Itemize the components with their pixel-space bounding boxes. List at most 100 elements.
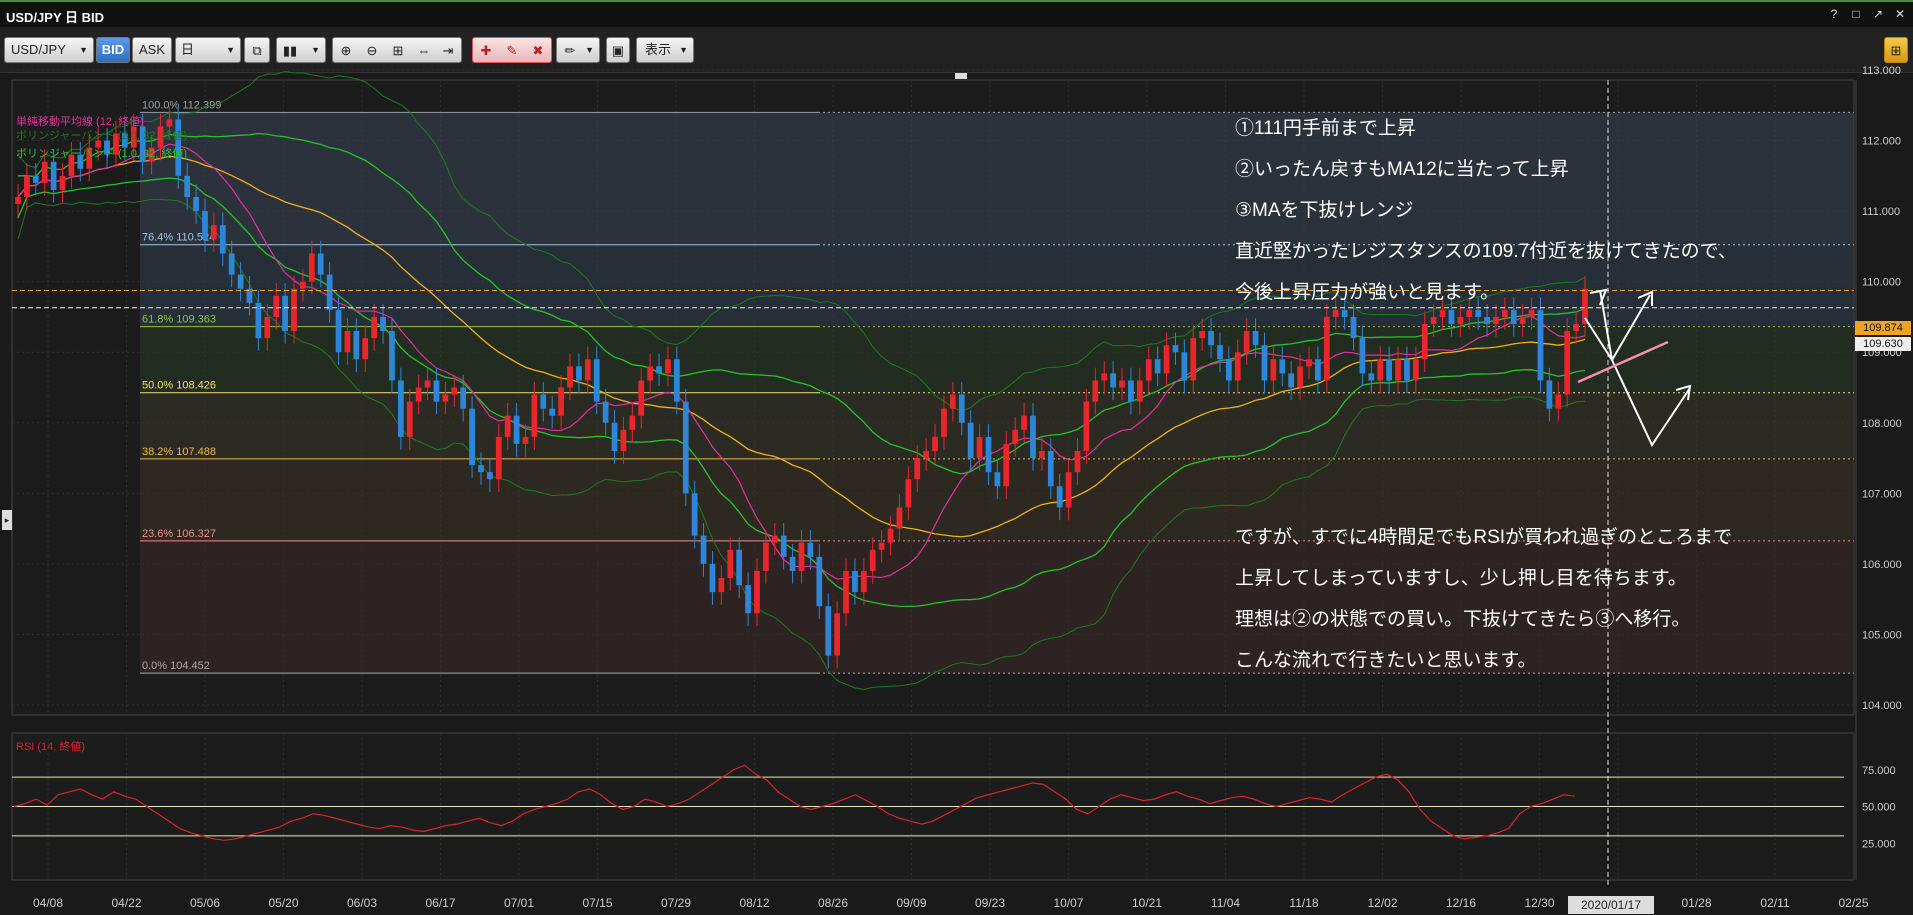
candle — [602, 388, 609, 436]
candle-body — [1172, 345, 1179, 353]
candle — [709, 551, 716, 605]
candle — [656, 353, 662, 387]
popout-icon[interactable]: ↗ — [1871, 6, 1885, 22]
symbol-select[interactable]: USD/JPY ▼ — [4, 37, 94, 63]
candle-body — [1323, 316, 1330, 381]
chart-settings-button[interactable]: ▣ — [606, 37, 630, 63]
candle-body — [317, 253, 324, 275]
fit-icon[interactable]: ⊞ — [387, 40, 409, 62]
candle — [1101, 360, 1108, 394]
candle — [1208, 318, 1214, 358]
x-tick-label: 07/15 — [582, 896, 612, 910]
x-tick-label: 08/26 — [818, 896, 848, 910]
candle — [682, 388, 689, 507]
candle — [1564, 318, 1571, 408]
help-icon[interactable]: ? — [1827, 6, 1841, 22]
candle-body — [50, 161, 57, 190]
minimize-icon[interactable]: □ — [1849, 6, 1863, 22]
candle — [1136, 367, 1143, 415]
candle — [691, 480, 698, 549]
price-tick-label: 108.000 — [1862, 418, 1902, 430]
candle — [1377, 346, 1384, 394]
ask-button[interactable]: ASK — [132, 37, 172, 63]
x-tick-label: 04/22 — [111, 896, 141, 910]
candle-body — [1448, 309, 1455, 324]
candle — [673, 346, 680, 415]
candle-body — [504, 415, 511, 437]
edit-indicator-icon[interactable]: ✎ — [501, 40, 523, 62]
candle — [282, 283, 288, 344]
candle-body — [1501, 309, 1508, 317]
candle-body — [246, 288, 253, 303]
price-tick-label: 110.000 — [1862, 277, 1901, 289]
candle-body — [380, 316, 386, 332]
add-indicator-icon[interactable]: ✚ — [475, 40, 497, 62]
scroll-right-icon[interactable]: ⇥ — [437, 40, 459, 62]
expand-icon[interactable]: ⇔ — [413, 40, 435, 62]
draw-tool-select[interactable]: ✏ ▼ — [556, 37, 600, 63]
candle-body — [210, 225, 217, 240]
window-controls: ? □ ↗ ✕ — [1827, 6, 1907, 22]
layout-button[interactable]: ⊞ — [1884, 37, 1908, 63]
candle — [362, 325, 369, 372]
zoom-in-icon[interactable]: ⊕ — [335, 40, 357, 62]
candle — [1404, 346, 1410, 394]
candle-body — [291, 288, 297, 332]
candle — [193, 184, 199, 224]
candle — [1243, 318, 1250, 365]
candle — [611, 410, 618, 464]
candle-body — [166, 119, 173, 127]
zoom-out-icon[interactable]: ⊖ — [361, 40, 383, 62]
candle — [1484, 304, 1490, 337]
candle — [1386, 346, 1393, 394]
price-chart[interactable]: 100.0% 112.399 76.4% 110.524 61.8% 109.363… — [0, 0, 1913, 915]
candle-body — [789, 556, 796, 571]
pane-collapse-handle — [955, 73, 967, 79]
candle-body — [736, 549, 743, 586]
period-select[interactable]: 日 ▼ — [175, 37, 241, 63]
candle-body — [1234, 352, 1241, 381]
candle-body — [193, 197, 199, 212]
candle-body — [834, 613, 840, 656]
close-icon[interactable]: ✕ — [1893, 6, 1907, 22]
side-panel-toggle[interactable]: ▸ — [2, 510, 12, 530]
copy-button[interactable]: ⧉ — [244, 37, 270, 63]
candle — [237, 261, 244, 302]
bid-button[interactable]: BID — [96, 37, 130, 63]
remove-indicator-icon[interactable]: ✖ — [527, 40, 549, 62]
candle-body — [584, 359, 591, 381]
candle — [860, 558, 867, 605]
candle-body — [1350, 316, 1357, 339]
candle — [958, 381, 965, 436]
display-menu[interactable]: 表示 ▼ — [636, 37, 694, 63]
candle-body — [700, 535, 707, 564]
scenario-arrow — [1584, 289, 1613, 361]
candle — [1003, 431, 1010, 499]
candle — [300, 268, 306, 302]
candle-body — [878, 542, 885, 550]
candle-body — [1368, 373, 1375, 381]
candle-body — [1021, 415, 1027, 430]
display-label: 表示 — [645, 42, 672, 57]
candle — [406, 388, 413, 450]
crosshair-date-badge: 2020/01/17 — [1568, 896, 1654, 914]
candle-body — [415, 387, 422, 402]
x-tick-label: 12/16 — [1446, 896, 1476, 910]
symbol-value: USD/JPY — [11, 42, 66, 57]
bb2-legend: ボリンジャーバンド (2.0, 32, 終値) — [16, 130, 188, 142]
chart-type-select[interactable]: ▮▮ ▼ — [276, 37, 326, 63]
candle-body — [335, 309, 342, 353]
candle — [932, 424, 938, 464]
candle — [843, 558, 849, 626]
annotation-line: 上昇してしまっていますし、少し押し目を待ちます。 — [1235, 568, 1687, 589]
candle — [1412, 346, 1419, 394]
zoom-group: ⊕ ⊖ ⊞ ⇔ ⇥ — [332, 37, 462, 63]
candle-body — [495, 436, 502, 480]
candle-body — [1217, 345, 1223, 360]
candle — [1270, 346, 1277, 394]
candle — [896, 494, 903, 542]
scenario-arrow — [1611, 359, 1691, 448]
candle — [32, 163, 39, 196]
candle — [442, 381, 449, 415]
candle — [308, 240, 315, 295]
